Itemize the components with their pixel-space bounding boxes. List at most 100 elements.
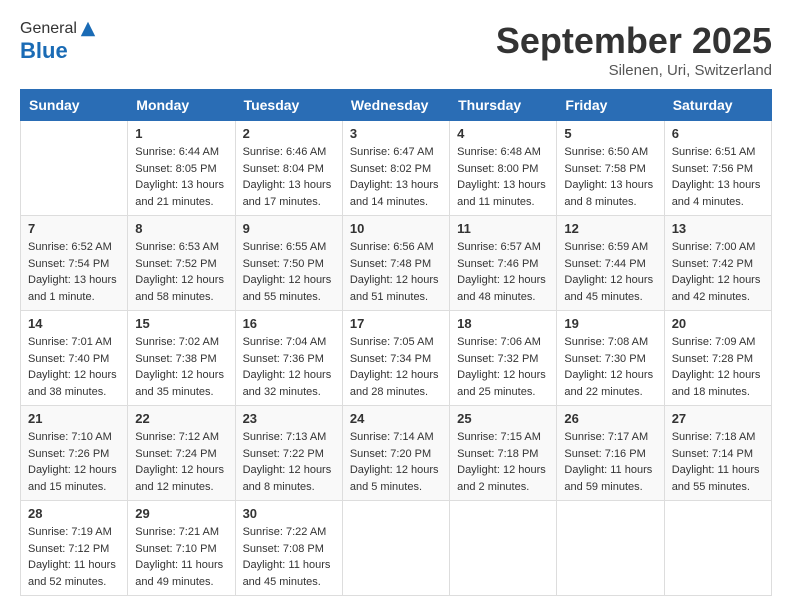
calendar-cell: 12Sunrise: 6:59 AMSunset: 7:44 PMDayligh… — [557, 216, 664, 311]
title-block: September 2025 Silenen, Uri, Switzerland — [496, 20, 772, 79]
day-info-line: Daylight: 13 hours and 8 minutes. — [564, 179, 653, 208]
day-info-line: Daylight: 12 hours and 48 minutes. — [457, 274, 546, 303]
day-info-line: Sunset: 7:12 PM — [28, 543, 109, 555]
day-number: 23 — [243, 411, 335, 426]
day-info-line: Sunrise: 7:15 AM — [457, 431, 541, 443]
day-info-line: Sunrise: 6:59 AM — [564, 241, 648, 253]
day-info-line: Sunrise: 7:14 AM — [350, 431, 434, 443]
day-number: 10 — [350, 221, 442, 236]
day-info-line: Sunset: 7:18 PM — [457, 448, 538, 460]
day-info-line: Sunrise: 6:52 AM — [28, 241, 112, 253]
day-info: Sunrise: 7:00 AMSunset: 7:42 PMDaylight:… — [672, 239, 764, 305]
calendar-cell: 22Sunrise: 7:12 AMSunset: 7:24 PMDayligh… — [128, 406, 235, 501]
day-info-line: Sunset: 7:44 PM — [564, 258, 645, 270]
day-info-line: Daylight: 12 hours and 25 minutes. — [457, 369, 546, 398]
day-info-line: Sunrise: 6:55 AM — [243, 241, 327, 253]
calendar-header-row: SundayMondayTuesdayWednesdayThursdayFrid… — [21, 90, 772, 121]
month-title: September 2025 — [496, 20, 772, 62]
day-info: Sunrise: 7:14 AMSunset: 7:20 PMDaylight:… — [350, 429, 442, 495]
day-info-line: Sunrise: 7:02 AM — [135, 336, 219, 348]
day-info-line: Sunrise: 7:00 AM — [672, 241, 756, 253]
day-info-line: Daylight: 12 hours and 15 minutes. — [28, 464, 117, 493]
day-info-line: Sunset: 7:32 PM — [457, 353, 538, 365]
calendar-cell: 15Sunrise: 7:02 AMSunset: 7:38 PMDayligh… — [128, 311, 235, 406]
day-info-line: Daylight: 12 hours and 55 minutes. — [243, 274, 332, 303]
day-info-line: Sunset: 7:22 PM — [243, 448, 324, 460]
day-info-line: Sunset: 7:56 PM — [672, 163, 753, 175]
logo-blue-text: Blue — [20, 38, 97, 64]
calendar-cell: 3Sunrise: 6:47 AMSunset: 8:02 PMDaylight… — [342, 121, 449, 216]
day-info-line: Sunrise: 6:47 AM — [350, 146, 434, 158]
calendar-header-monday: Monday — [128, 90, 235, 121]
day-info-line: Daylight: 12 hours and 35 minutes. — [135, 369, 224, 398]
day-info: Sunrise: 7:18 AMSunset: 7:14 PMDaylight:… — [672, 429, 764, 495]
calendar-week-4: 28 Sunrise: 7:19 AMSunset: 7:12 PMDayligh… — [21, 501, 772, 596]
day-info-line: Daylight: 12 hours and 38 minutes. — [28, 369, 117, 398]
day-info: Sunrise: 7:21 AMSunset: 7:10 PMDaylight:… — [135, 524, 227, 590]
day-info-line: Sunset: 7:26 PM — [28, 448, 109, 460]
calendar-cell: 7Sunrise: 6:52 AMSunset: 7:54 PMDaylight… — [21, 216, 128, 311]
day-info-line: Daylight: 11 hours and 49 minutes. — [135, 559, 223, 588]
day-info-line: Sunset: 7:46 PM — [457, 258, 538, 270]
day-info-line: Sunset: 7:58 PM — [564, 163, 645, 175]
day-number: 22 — [135, 411, 227, 426]
calendar-body: 1Sunrise: 6:44 AMSunset: 8:05 PMDaylight… — [21, 121, 772, 596]
calendar-cell: 14Sunrise: 7:01 AMSunset: 7:40 PMDayligh… — [21, 311, 128, 406]
day-info-line: Daylight: 13 hours and 4 minutes. — [672, 179, 761, 208]
day-info-line: Daylight: 12 hours and 28 minutes. — [350, 369, 439, 398]
calendar-cell: 8Sunrise: 6:53 AMSunset: 7:52 PMDaylight… — [128, 216, 235, 311]
day-info-line: Sunrise: 7:13 AM — [243, 431, 327, 443]
day-info-line: Sunrise: 6:44 AM — [135, 146, 219, 158]
day-info-line: Sunset: 7:42 PM — [672, 258, 753, 270]
day-info-line: Sunset: 7:24 PM — [135, 448, 216, 460]
day-info-line: Sunrise: 7:06 AM — [457, 336, 541, 348]
calendar-cell — [342, 501, 449, 596]
day-info-line: Sunset: 7:14 PM — [672, 448, 753, 460]
day-info: Sunrise: 7:19 AMSunset: 7:12 PMDaylight:… — [28, 524, 120, 590]
calendar-week-3: 21Sunrise: 7:10 AMSunset: 7:26 PMDayligh… — [21, 406, 772, 501]
day-info-line: Sunrise: 7:10 AM — [28, 431, 112, 443]
day-number: 28 — [28, 506, 120, 521]
day-number: 16 — [243, 316, 335, 331]
day-info: Sunrise: 6:59 AMSunset: 7:44 PMDaylight:… — [564, 239, 656, 305]
day-info: Sunrise: 6:47 AM Sunset: 8:02 PM Daylight:… — [350, 144, 442, 210]
day-info-line: Sunrise: 7:22 AM — [243, 526, 327, 538]
day-number: 29 — [135, 506, 227, 521]
calendar-cell — [21, 121, 128, 216]
calendar-cell: 11Sunrise: 6:57 AMSunset: 7:46 PMDayligh… — [450, 216, 557, 311]
day-info-line: Sunrise: 6:50 AM — [564, 146, 648, 158]
day-info-line: Sunset: 7:20 PM — [350, 448, 431, 460]
day-number: 13 — [672, 221, 764, 236]
calendar-cell: 5Sunrise: 6:50 AMSunset: 7:58 PMDaylight… — [557, 121, 664, 216]
calendar-cell: 17Sunrise: 7:05 AMSunset: 7:34 PMDayligh… — [342, 311, 449, 406]
day-info-line: Sunset: 7:52 PM — [135, 258, 216, 270]
day-info-line: Sunset: 8:02 PM — [350, 163, 431, 175]
day-number: 18 — [457, 316, 549, 331]
day-info: Sunrise: 7:13 AM Sunset: 7:22 PM Daylight:… — [243, 429, 335, 495]
day-info-line: Sunrise: 7:09 AM — [672, 336, 756, 348]
logo-general-text: General — [20, 20, 77, 38]
calendar-header-friday: Friday — [557, 90, 664, 121]
day-info: Sunrise: 6:50 AM Sunset: 7:58 PM Daylight:… — [564, 144, 656, 210]
day-info-line: Daylight: 12 hours and 8 minutes. — [243, 464, 332, 493]
day-info: Sunrise: 7:02 AM Sunset: 7:38 PM Daylight:… — [135, 334, 227, 400]
day-number: 7 — [28, 221, 120, 236]
calendar-cell: 1Sunrise: 6:44 AMSunset: 8:05 PMDaylight… — [128, 121, 235, 216]
calendar-header-thursday: Thursday — [450, 90, 557, 121]
calendar-header-wednesday: Wednesday — [342, 90, 449, 121]
day-info-line: Sunset: 7:54 PM — [28, 258, 109, 270]
day-info-line: Daylight: 13 hours and 14 minutes. — [350, 179, 439, 208]
day-number: 2 — [243, 126, 335, 141]
calendar-cell: 9Sunrise: 6:55 AMSunset: 7:50 PMDaylight… — [235, 216, 342, 311]
day-info-line: Daylight: 12 hours and 2 minutes. — [457, 464, 546, 493]
day-info-line: Sunset: 8:04 PM — [243, 163, 324, 175]
day-info-line: Sunset: 7:48 PM — [350, 258, 431, 270]
day-info-line: Sunrise: 6:46 AM — [243, 146, 327, 158]
day-info: Sunrise: 7:15 AM Sunset: 7:18 PM Daylight:… — [457, 429, 549, 495]
calendar-header-saturday: Saturday — [664, 90, 771, 121]
calendar-cell: 16Sunrise: 7:04 AMSunset: 7:36 PMDayligh… — [235, 311, 342, 406]
day-number: 1 — [135, 126, 227, 141]
day-info-line: Sunset: 7:38 PM — [135, 353, 216, 365]
day-info: Sunrise: 7:01 AMSunset: 7:40 PMDaylight:… — [28, 334, 120, 400]
location-text: Silenen, Uri, Switzerland — [496, 62, 772, 79]
